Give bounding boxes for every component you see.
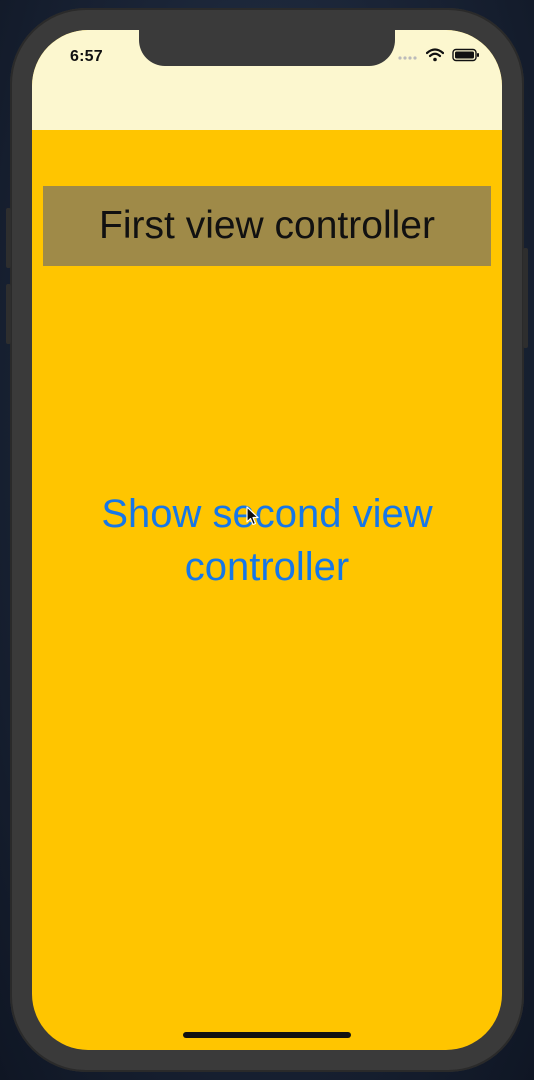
status-icons [398,48,480,67]
volume-up-button [6,208,11,268]
power-button [523,248,528,348]
volume-down-button [6,284,11,344]
device-notch [139,30,395,66]
device-screen: 6:57 First view controller Show second v… [32,30,502,1050]
cellular-dots-icon [398,49,418,67]
page-title: First view controller [99,204,435,247]
status-time: 6:57 [70,48,103,65]
show-second-view-controller-button[interactable]: Show second view controller [97,488,437,594]
home-indicator[interactable] [183,1032,351,1038]
battery-icon [452,48,480,67]
wifi-icon [425,48,445,67]
header-label-box: First view controller [43,186,491,266]
mouse-pointer-icon [246,506,260,531]
